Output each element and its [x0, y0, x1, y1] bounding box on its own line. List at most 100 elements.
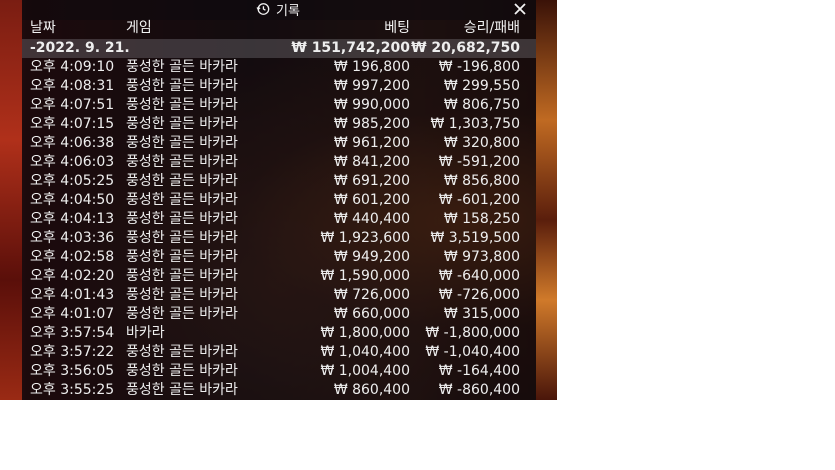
row-bet: ₩ 990,000 [333, 97, 410, 113]
row-bet: ₩ 997,200 [333, 78, 410, 94]
table-row[interactable]: 오후 4:01:07 풍성한 골든 바카라 ₩ 660,000 ₩ 315,000 [22, 305, 536, 324]
row-result: ₩ 158,250 [443, 211, 520, 227]
row-time: 오후 4:02:20 [30, 268, 115, 284]
history-table: 기록 날짜 게임 베팅 승리/패배 -2022. 9. 21. ₩ 151,74… [22, 0, 536, 400]
table-row[interactable]: 오후 4:03:36 풍성한 골든 바카라 ₩ 1,923,600 ₩ 3,519,5… [22, 229, 536, 248]
row-game: 풍성한 골든 바카라 [126, 230, 238, 246]
row-time: 오후 4:01:43 [30, 287, 115, 303]
row-game: 풍성한 골든 바카라 [126, 211, 238, 227]
table-row[interactable]: 오후 4:04:50 풍성한 골든 바카라 ₩ 601,200 ₩ -601,200 [22, 191, 536, 210]
row-result: ₩ 1,303,750 [430, 116, 520, 132]
row-game: 풍성한 골든 바카라 [126, 173, 238, 189]
row-game: 풍성한 골든 바카라 [126, 97, 238, 113]
row-time: 오후 3:57:54 [30, 325, 115, 341]
table-row[interactable]: 오후 4:09:10 풍성한 골든 바카라 ₩ 196,800 ₩ -196,800 [22, 58, 536, 77]
row-time: 오후 4:07:51 [30, 97, 115, 113]
row-game: 풍성한 골든 바카라 [126, 135, 238, 151]
table-row[interactable]: 오후 3:55:25 풍성한 골든 바카라 ₩ 860,400 ₩ -860,400 [22, 381, 536, 400]
date-group-row[interactable]: -2022. 9. 21. ₩ 151,742,200 ₩ 20,682,750 [22, 39, 536, 58]
table-row[interactable]: 오후 4:06:38 풍성한 골든 바카라 ₩ 961,200 ₩ 320,800 [22, 134, 536, 153]
row-time: 오후 4:04:50 [30, 192, 115, 208]
column-header-bet: 베팅 [384, 20, 410, 36]
table-row[interactable]: 오후 3:56:05 풍성한 골든 바카라 ₩ 1,004,400 ₩ -164,40… [22, 362, 536, 381]
row-bet: ₩ 961,200 [333, 135, 410, 151]
row-bet: ₩ 949,200 [333, 249, 410, 265]
row-result: ₩ 973,800 [443, 249, 520, 265]
row-result: ₩ 856,800 [443, 173, 520, 189]
table-row[interactable]: 오후 4:07:51 풍성한 골든 바카라 ₩ 990,000 ₩ 806,750 [22, 96, 536, 115]
row-time: 오후 4:06:38 [30, 135, 115, 151]
table-row[interactable]: 오후 4:05:25 풍성한 골든 바카라 ₩ 691,200 ₩ 856,800 [22, 172, 536, 191]
table-row[interactable]: 오후 4:06:03 풍성한 골든 바카라 ₩ 841,200 ₩ -591,200 [22, 153, 536, 172]
row-bet: ₩ 1,004,400 [320, 363, 410, 379]
row-game: 바카라 [126, 325, 165, 341]
row-bet: ₩ 1,923,600 [320, 230, 410, 246]
title-bar: 기록 [22, 0, 536, 20]
row-result: ₩ -1,040,400 [425, 344, 520, 360]
row-game: 풍성한 골든 바카라 [126, 59, 238, 75]
row-bet: ₩ 985,200 [333, 116, 410, 132]
row-time: 오후 3:55:25 [30, 382, 115, 398]
row-time: 오후 4:09:10 [30, 59, 115, 75]
row-time: 오후 4:05:25 [30, 173, 115, 189]
row-result: ₩ -726,000 [438, 287, 520, 303]
row-game: 풍성한 골든 바카라 [126, 78, 238, 94]
background-left-decor [0, 0, 22, 400]
row-time: 오후 3:57:22 [30, 344, 115, 360]
row-game: 풍성한 골든 바카라 [126, 287, 238, 303]
row-result: ₩ 806,750 [443, 97, 520, 113]
table-row[interactable]: 오후 4:04:13 풍성한 골든 바카라 ₩ 440,400 ₩ 158,250 [22, 210, 536, 229]
row-result: ₩ -601,200 [438, 192, 520, 208]
row-time: 오후 4:01:07 [30, 306, 115, 322]
row-bet: ₩ 1,800,000 [320, 325, 410, 341]
row-bet: ₩ 440,400 [333, 211, 410, 227]
row-game: 풍성한 골든 바카라 [126, 306, 238, 322]
row-game: 풍성한 골든 바카라 [126, 363, 238, 379]
row-time: 오후 4:06:03 [30, 154, 115, 170]
row-game: 풍성한 골든 바카라 [126, 382, 238, 398]
history-clock-icon [256, 3, 270, 15]
table-row[interactable]: 오후 4:02:20 풍성한 골든 바카라 ₩ 1,590,000 ₩ -640,00… [22, 267, 536, 286]
row-result: ₩ -196,800 [438, 59, 520, 75]
row-result: ₩ -164,400 [438, 363, 520, 379]
row-time: 오후 4:03:36 [30, 230, 115, 246]
column-header-result: 승리/패배 [463, 20, 520, 36]
background-right-decor [536, 0, 557, 400]
row-game: 풍성한 골든 바카라 [126, 116, 238, 132]
group-date: -2022. 9. 21. [30, 40, 130, 56]
row-time: 오후 4:07:15 [30, 116, 115, 132]
table-row[interactable]: 오후 4:08:31 풍성한 골든 바카라 ₩ 997,200 ₩ 299,550 [22, 77, 536, 96]
row-game: 풍성한 골든 바카라 [126, 344, 238, 360]
row-bet: ₩ 691,200 [333, 173, 410, 189]
row-game: 풍성한 골든 바카라 [126, 192, 238, 208]
row-result: ₩ -860,400 [438, 382, 520, 398]
row-result: ₩ 315,000 [443, 306, 520, 322]
column-header-date: 날짜 [30, 20, 56, 36]
history-panel: 기록 날짜 게임 베팅 승리/패배 -2022. 9. 21. ₩ 151,74… [0, 0, 557, 400]
table-row[interactable]: 오후 4:01:43 풍성한 골든 바카라 ₩ 726,000 ₩ -726,000 [22, 286, 536, 305]
row-result: ₩ 3,519,500 [430, 230, 520, 246]
row-game: 풍성한 골든 바카라 [126, 268, 238, 284]
row-time: 오후 3:56:05 [30, 363, 115, 379]
row-bet: ₩ 660,000 [333, 306, 410, 322]
row-time: 오후 4:04:13 [30, 211, 115, 227]
row-bet: ₩ 601,200 [333, 192, 410, 208]
table-row[interactable]: 오후 3:57:54 바카라 ₩ 1,800,000 ₩ -1,800,000 [22, 324, 536, 343]
table-row[interactable]: 오후 4:07:15 풍성한 골든 바카라 ₩ 985,200 ₩ 1,303,750 [22, 115, 536, 134]
row-bet: ₩ 1,590,000 [320, 268, 410, 284]
table-row[interactable]: 오후 4:02:58 풍성한 골든 바카라 ₩ 949,200 ₩ 973,800 [22, 248, 536, 267]
row-game: 풍성한 골든 바카라 [126, 249, 238, 265]
column-header-game: 게임 [126, 20, 152, 36]
row-bet: ₩ 196,800 [333, 59, 410, 75]
row-bet: ₩ 726,000 [333, 287, 410, 303]
row-bet: ₩ 1,040,400 [320, 344, 410, 360]
row-time: 오후 4:08:31 [30, 78, 115, 94]
row-result: ₩ 320,800 [443, 135, 520, 151]
panel-title: 기록 [256, 0, 300, 19]
row-bet: ₩ 860,400 [333, 382, 410, 398]
close-icon[interactable] [512, 1, 528, 17]
table-row[interactable]: 오후 3:57:22 풍성한 골든 바카라 ₩ 1,040,400 ₩ -1,040,… [22, 343, 536, 362]
panel-title-text: 기록 [276, 3, 300, 19]
row-game: 풍성한 골든 바카라 [126, 154, 238, 170]
row-result: ₩ -1,800,000 [425, 325, 520, 341]
